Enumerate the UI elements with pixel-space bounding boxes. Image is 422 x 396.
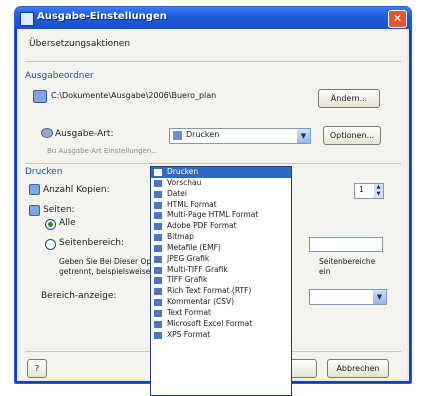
dropdown-option[interactable]: Microsoft Excel Format xyxy=(151,319,291,330)
range-note-right: Seitenbereiche xyxy=(319,257,376,266)
output-group-header: Ausgabeordner xyxy=(25,71,94,81)
copies-label: Anzahl Kopien: xyxy=(43,185,110,195)
format-icon xyxy=(154,190,162,198)
divider xyxy=(25,61,401,62)
output-path: C:\Dokumente\Ausgabe\2006\Buero_plan xyxy=(51,91,217,100)
help-icon: ? xyxy=(34,364,40,373)
output-format-select[interactable]: Drucken ▼ xyxy=(169,128,311,144)
pages-icon xyxy=(29,205,40,216)
format-icon xyxy=(154,331,162,339)
dropdown-option[interactable]: Rich Text Format (RTF) xyxy=(151,286,291,297)
divider xyxy=(25,163,401,164)
dropdown-option[interactable]: Vorschau xyxy=(151,178,291,189)
chevron-down-icon[interactable]: ▼ xyxy=(297,129,310,143)
range-note-right-2: ein xyxy=(319,267,331,276)
section-label: Übersetzungsaktionen xyxy=(29,39,131,49)
app-icon xyxy=(20,12,34,26)
folder-icon xyxy=(33,90,47,103)
dropdown-option[interactable]: XPS Format xyxy=(151,330,291,341)
format-icon xyxy=(154,299,162,307)
format-icon xyxy=(154,201,162,209)
cancel-button[interactable]: Abbrechen xyxy=(327,359,389,378)
dropdown-option[interactable]: Drucken xyxy=(151,167,291,178)
printer-icon xyxy=(41,128,53,138)
dropdown-option[interactable]: Adobe PDF Format xyxy=(151,221,291,232)
format-icon xyxy=(154,234,162,242)
format-icon xyxy=(154,277,162,285)
options-button[interactable]: Optionen... xyxy=(323,126,381,145)
dropdown-option[interactable]: Datei xyxy=(151,189,291,200)
help-button[interactable]: ? xyxy=(27,359,47,378)
format-icon xyxy=(154,244,162,252)
format-icon xyxy=(154,255,162,263)
output-format-label: Ausgabe-Art: xyxy=(55,129,114,139)
copies-spinner[interactable]: 1 ▲ ▼ xyxy=(354,183,384,199)
browse-button[interactable]: Ändern... xyxy=(318,89,380,108)
range-display-select[interactable]: ▼ xyxy=(309,289,387,305)
radio-range-label: Seitenbereich: xyxy=(59,238,124,248)
print-group-header: Drucken xyxy=(25,167,63,177)
format-icon xyxy=(154,223,162,231)
radio-all[interactable] xyxy=(45,219,56,230)
dropdown-option[interactable]: Bitmap xyxy=(151,232,291,243)
pages-label: Seiten: xyxy=(43,205,75,215)
spinner-arrows-icon[interactable]: ▲ ▼ xyxy=(374,184,383,198)
chevron-down-icon[interactable]: ▼ xyxy=(373,290,386,304)
format-icon xyxy=(154,288,162,296)
dropdown-option[interactable]: Multi-Page HTML Format xyxy=(151,210,291,221)
output-format-dropdown-list[interactable]: Drucken Vorschau Datei HTML Format Multi-Pag… xyxy=(150,166,292,396)
dropdown-option[interactable]: Kommentar (CSV) xyxy=(151,297,291,308)
format-icon xyxy=(154,212,162,220)
close-button[interactable]: ✕ xyxy=(388,10,407,28)
range-display-label: Bereich-anzeige: xyxy=(41,291,117,301)
dropdown-option[interactable]: HTML Format xyxy=(151,200,291,211)
format-icon xyxy=(154,169,162,176)
radio-all-label: Alle xyxy=(59,218,76,228)
radio-range[interactable] xyxy=(45,239,56,250)
format-icon xyxy=(154,309,162,317)
printer-small-icon xyxy=(173,131,182,140)
format-hint: Bu Ausgabe-Art Einstellungen... xyxy=(47,147,158,155)
format-icon xyxy=(154,179,162,187)
dropdown-option[interactable]: TIFF Grafik xyxy=(151,275,291,286)
dropdown-option[interactable]: Metafile (EMF) xyxy=(151,243,291,254)
dropdown-option[interactable]: Text Format xyxy=(151,308,291,319)
format-icon xyxy=(154,320,162,328)
page-range-input[interactable] xyxy=(309,237,383,252)
dropdown-option[interactable]: JPEG Grafik xyxy=(151,254,291,265)
dropdown-option[interactable]: Multi-TIFF Grafik xyxy=(151,265,291,276)
window-title: Ausgabe-Einstellungen xyxy=(37,11,167,22)
copies-icon xyxy=(29,184,40,195)
title-bar[interactable]: Ausgabe-Einstellungen ✕ xyxy=(15,7,411,29)
format-icon xyxy=(154,266,162,274)
